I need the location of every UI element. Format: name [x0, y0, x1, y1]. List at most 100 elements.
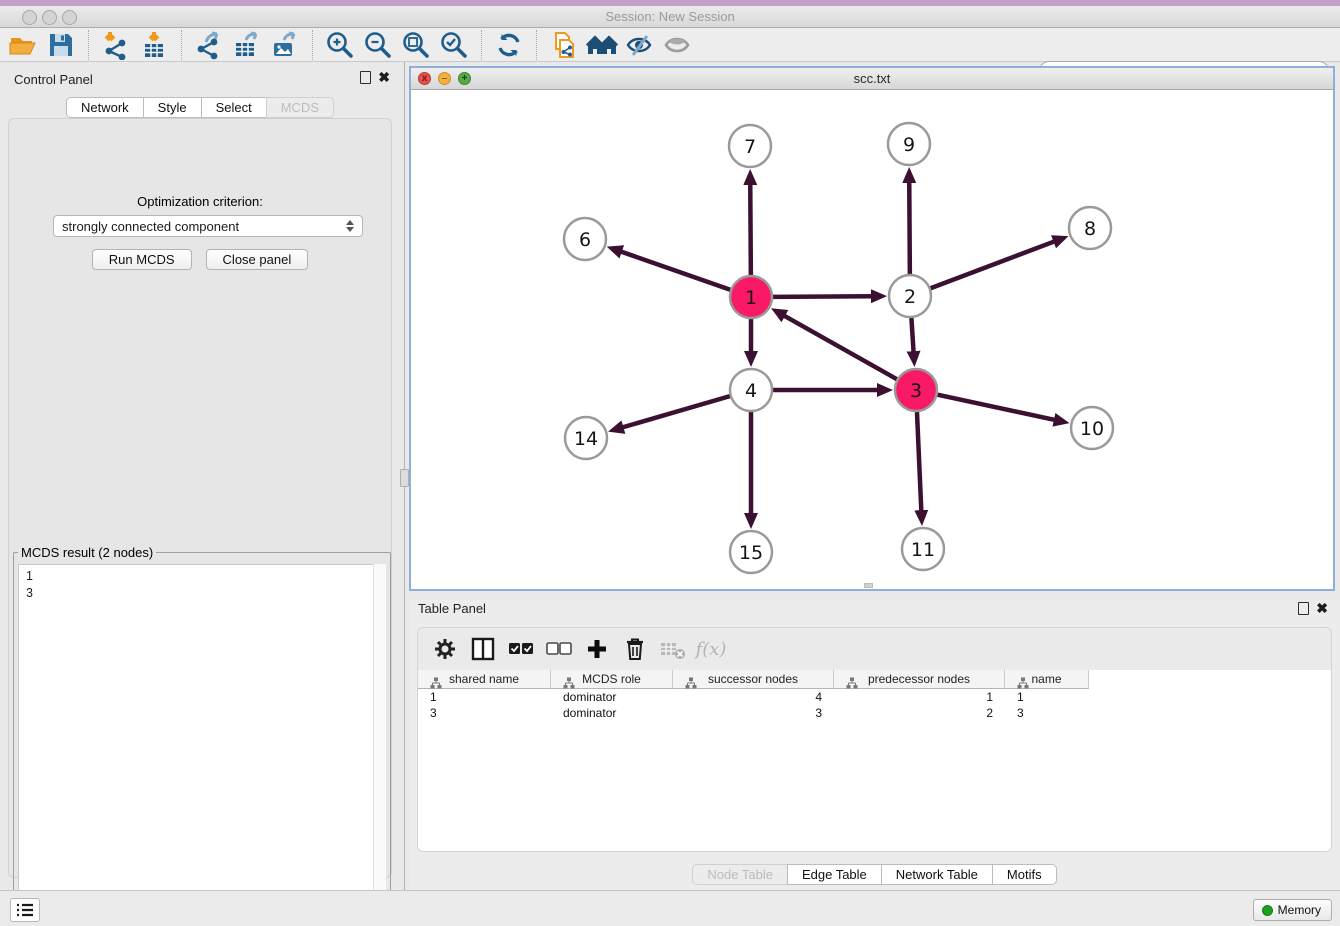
table-settings-button[interactable] — [426, 631, 464, 667]
node-3[interactable]: 3 — [895, 369, 937, 411]
close-table-panel-icon[interactable]: ✖ — [1316, 602, 1328, 615]
apply-layout-button[interactable] — [490, 29, 528, 61]
column-header-predecessor-nodes[interactable]: predecessor nodes — [834, 670, 1005, 689]
edge-2-9[interactable] — [909, 182, 910, 274]
node-1[interactable]: 1 — [730, 276, 772, 318]
hide-selected-button[interactable] — [621, 29, 659, 61]
node-8[interactable]: 8 — [1069, 207, 1111, 249]
edge-1-7[interactable] — [750, 184, 751, 275]
eye-slash-icon — [625, 31, 655, 59]
first-neighbors-button[interactable] — [583, 29, 621, 61]
table-cell[interactable]: 2 — [834, 705, 1005, 721]
import-network-button[interactable] — [97, 29, 135, 61]
tab-node-table[interactable]: Node Table — [692, 864, 788, 885]
float-panel-icon[interactable] — [360, 71, 371, 84]
toolbar-separator — [536, 30, 537, 60]
mcds-result-scrollbar[interactable] — [373, 564, 386, 925]
edge-1-2[interactable] — [773, 296, 872, 297]
delete-table-icon — [659, 637, 687, 661]
import-table-button[interactable] — [135, 29, 173, 61]
edge-4-14[interactable] — [622, 396, 729, 427]
deselect-all-button[interactable] — [540, 631, 578, 667]
add-column-button[interactable] — [578, 631, 616, 667]
table-panel-title: Table Panel — [418, 601, 486, 616]
splitter-handle[interactable] — [400, 469, 409, 487]
tab-motifs[interactable]: Motifs — [992, 864, 1057, 885]
export-table-button[interactable] — [228, 29, 266, 61]
network-window-titlebar[interactable]: x – + scc.txt — [411, 68, 1333, 90]
node-10[interactable]: 10 — [1071, 407, 1113, 449]
network-canvas[interactable]: 7 9 6 8 1 2 4 3 14 10 15 11 — [411, 90, 1333, 589]
table-row[interactable]: 1dominator411 — [418, 689, 1331, 705]
edge-2-3[interactable] — [911, 318, 913, 352]
task-history-button[interactable] — [10, 898, 40, 922]
column-header-successor-nodes[interactable]: successor nodes — [673, 670, 834, 689]
zoom-in-button[interactable] — [321, 29, 359, 61]
control-panel-tabs: NetworkStyleSelectMCDS — [0, 97, 400, 118]
table-cell[interactable]: 1 — [1005, 689, 1089, 705]
float-table-panel-icon[interactable] — [1298, 602, 1309, 615]
zoom-fit-button[interactable] — [397, 29, 435, 61]
network-resize-grip[interactable] — [864, 583, 873, 588]
export-image-button[interactable] — [266, 29, 304, 61]
table-cell[interactable]: dominator — [551, 705, 673, 721]
run-mcds-button[interactable]: Run MCDS — [92, 249, 192, 270]
network-graph[interactable]: 7 9 6 8 1 2 4 3 14 10 15 11 — [411, 90, 1333, 589]
list-icon — [16, 902, 34, 918]
delete-table-button[interactable] — [654, 631, 692, 667]
show-columns-button[interactable] — [464, 631, 502, 667]
function-builder-button[interactable]: f(x) — [692, 631, 730, 667]
criterion-dropdown[interactable]: strongly connected component — [53, 215, 363, 237]
edge-3-11[interactable] — [917, 412, 921, 511]
memory-button[interactable]: Memory — [1253, 899, 1332, 921]
vertical-splitter[interactable] — [400, 62, 409, 890]
tab-network[interactable]: Network — [66, 97, 144, 118]
column-header-label: shared name — [449, 672, 519, 686]
tab-mcds[interactable]: MCDS — [266, 97, 334, 118]
mcds-result-text[interactable]: 1 3 — [18, 564, 386, 925]
table-cell[interactable]: 3 — [1005, 705, 1089, 721]
toolbar-separator — [312, 30, 313, 60]
edge-3-1[interactable] — [784, 316, 897, 380]
table-cell[interactable]: 3 — [418, 705, 551, 721]
node-2[interactable]: 2 — [889, 275, 931, 317]
save-session-button[interactable] — [42, 29, 80, 61]
node-11[interactable]: 11 — [902, 528, 944, 570]
zoom-out-icon — [363, 30, 393, 60]
edge-1-6[interactable] — [621, 252, 730, 290]
export-network-button[interactable] — [190, 29, 228, 61]
zoom-selected-button[interactable] — [435, 29, 473, 61]
tab-network-table[interactable]: Network Table — [881, 864, 993, 885]
column-header-name[interactable]: name — [1005, 670, 1089, 689]
close-panel-icon[interactable]: ✖ — [378, 71, 390, 84]
close-panel-button[interactable]: Close panel — [206, 249, 309, 270]
column-header-shared-name[interactable]: shared name — [418, 670, 551, 689]
table-cell[interactable]: 1 — [418, 689, 551, 705]
node-14[interactable]: 14 — [565, 417, 607, 459]
table-cell[interactable]: 4 — [673, 689, 834, 705]
duplicate-network-icon — [549, 30, 579, 60]
node-4[interactable]: 4 — [730, 369, 772, 411]
tab-style[interactable]: Style — [143, 97, 202, 118]
edge-3-10[interactable] — [938, 395, 1055, 420]
open-session-button[interactable] — [4, 29, 42, 61]
table-cell[interactable]: dominator — [551, 689, 673, 705]
tab-edge-table[interactable]: Edge Table — [787, 864, 882, 885]
column-header-MCDS-role[interactable]: MCDS role — [551, 670, 673, 689]
delete-column-button[interactable] — [616, 631, 654, 667]
node-15[interactable]: 15 — [730, 531, 772, 573]
table-cell[interactable]: 1 — [834, 689, 1005, 705]
new-network-from-selection-button[interactable] — [545, 29, 583, 61]
show-all-button[interactable] — [659, 29, 697, 61]
edge-2-8[interactable] — [931, 241, 1055, 288]
tab-select[interactable]: Select — [201, 97, 267, 118]
export-network-icon — [194, 30, 224, 60]
node-6[interactable]: 6 — [564, 218, 606, 260]
table-cell[interactable]: 3 — [673, 705, 834, 721]
node-9[interactable]: 9 — [888, 123, 930, 165]
table-row[interactable]: 3dominator323 — [418, 705, 1331, 721]
select-all-button[interactable] — [502, 631, 540, 667]
network-window-title: scc.txt — [411, 71, 1333, 86]
zoom-out-button[interactable] — [359, 29, 397, 61]
node-7[interactable]: 7 — [729, 125, 771, 167]
